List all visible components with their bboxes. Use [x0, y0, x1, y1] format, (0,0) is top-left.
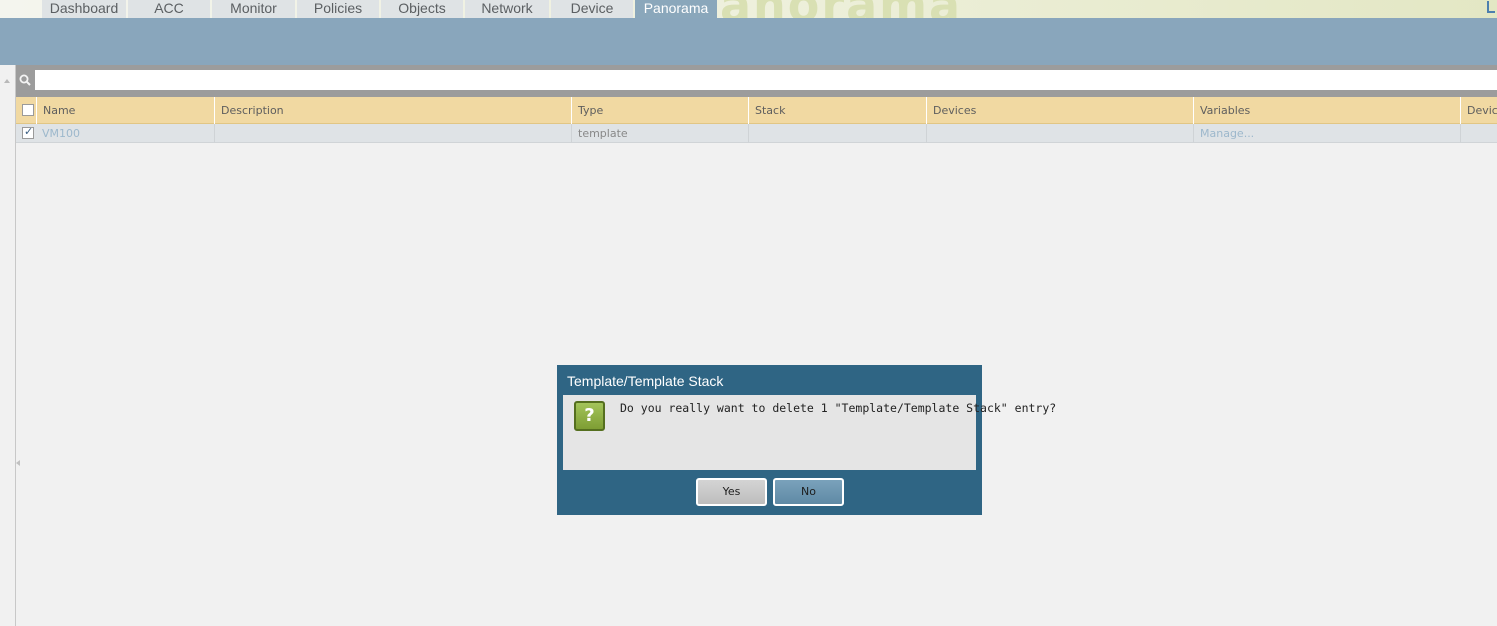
table-header: Name Description Type Stack Devices Vari… — [16, 97, 1497, 124]
row-checkbox[interactable] — [22, 125, 34, 139]
filter-input[interactable] — [35, 70, 1497, 90]
column-header-type[interactable]: Type — [571, 97, 748, 124]
tab-device[interactable]: Device — [551, 0, 633, 18]
context-header-band — [0, 18, 1497, 65]
templates-table: Name Description Type Stack Devices Vari… — [16, 97, 1497, 143]
cell-description — [214, 124, 571, 143]
column-header-stack[interactable]: Stack — [748, 97, 926, 124]
column-header-device[interactable]: Device — [1460, 97, 1497, 124]
panorama-watermark: anorama — [720, 0, 962, 18]
tab-dashboard[interactable]: Dashboard — [42, 0, 126, 18]
cell-name[interactable]: VM100 — [36, 124, 214, 143]
tab-panorama[interactable]: Panorama — [635, 0, 717, 18]
tab-acc[interactable]: ACC — [128, 0, 210, 18]
expand-left-arrow-icon[interactable] — [16, 460, 20, 466]
left-collapse-gutter[interactable] — [0, 65, 16, 626]
cell-device — [1460, 124, 1497, 143]
cell-stack — [748, 124, 926, 143]
dialog-message: Do you really want to delete 1 "Template… — [620, 401, 1057, 415]
tab-policies[interactable]: Policies — [297, 0, 379, 18]
logout-icon[interactable] — [1487, 1, 1495, 13]
cell-type: template — [571, 124, 748, 143]
dialog-title: Template/Template Stack — [567, 373, 724, 389]
column-header-devices[interactable]: Devices — [926, 97, 1193, 124]
select-all-checkbox[interactable] — [22, 104, 34, 116]
table-row[interactable]: VM100 template Manage... — [16, 124, 1497, 143]
delete-confirm-dialog: Template/Template Stack ? Do you really … — [557, 365, 1056, 515]
yes-button[interactable]: Yes — [696, 478, 767, 506]
question-icon: ? — [574, 401, 605, 431]
scroll-up-arrow-icon[interactable] — [4, 79, 10, 83]
tab-objects[interactable]: Objects — [381, 0, 463, 18]
main-tabs: Dashboard ACC Monitor Policies Objects N… — [42, 0, 719, 18]
column-header-variables[interactable]: Variables — [1193, 97, 1460, 124]
tab-network[interactable]: Network — [465, 0, 549, 18]
filter-bar — [16, 65, 1497, 97]
cell-variables-manage-link[interactable]: Manage... — [1193, 124, 1460, 143]
cell-devices — [926, 124, 1193, 143]
tab-monitor[interactable]: Monitor — [212, 0, 295, 18]
column-header-description[interactable]: Description — [214, 97, 571, 124]
dialog-body: ? Do you really want to delete 1 "Templa… — [563, 395, 1056, 470]
top-nav-bar: anorama Dashboard ACC Monitor Policies O… — [0, 0, 1497, 18]
search-icon — [19, 74, 31, 86]
column-header-name[interactable]: Name — [36, 97, 214, 124]
no-button[interactable]: No — [773, 478, 844, 506]
